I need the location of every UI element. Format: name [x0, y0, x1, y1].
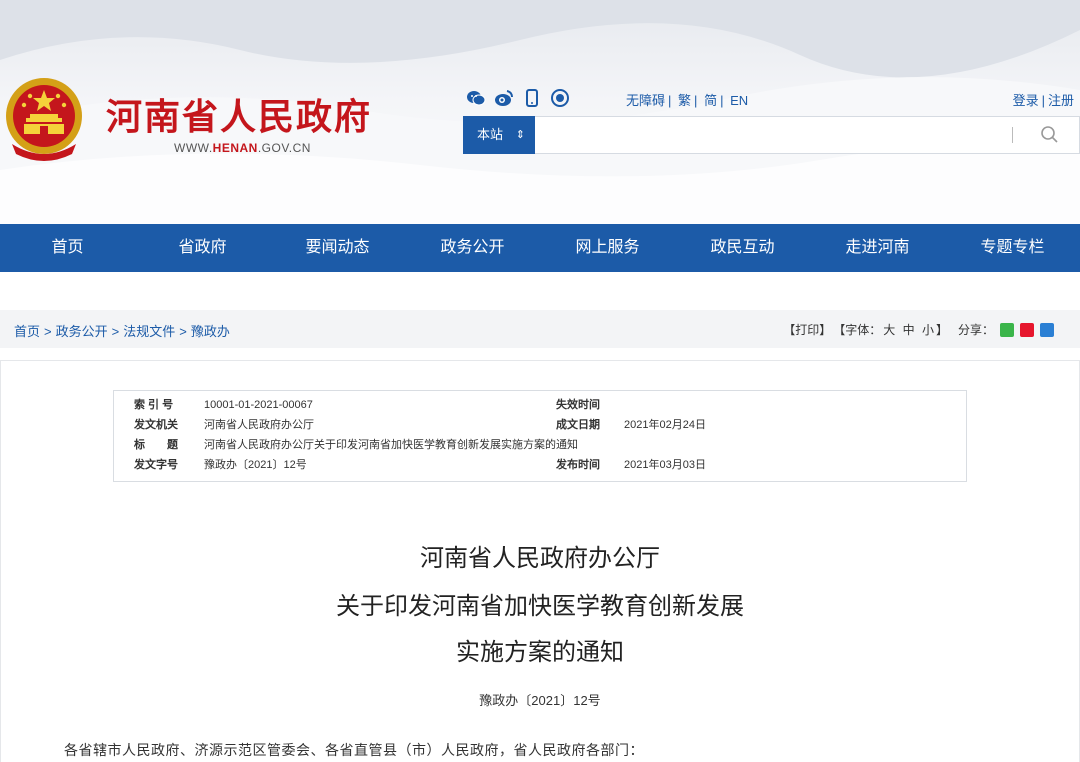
document-title-line3: 实施方案的通知 [456, 638, 624, 666]
link-english[interactable]: EN [730, 93, 748, 108]
meta-published-value: 2021年03月03日 [624, 459, 706, 471]
site-url-highlight: HENAN [212, 141, 258, 155]
meta-issuer-label: 发文机关 [134, 419, 178, 431]
sort-arrows-icon: ⇕ [515, 129, 525, 141]
register-link[interactable]: 注册 [1048, 93, 1074, 108]
social-icons [466, 88, 570, 108]
link-simplified[interactable]: 简 [704, 93, 717, 108]
page-tools: 【打印】 【字体： 大 中 小 】 分享： [783, 321, 1054, 338]
search-scope-select[interactable]: 本站 ⇕ [463, 116, 535, 154]
document-title-line1: 河南省人民政府办公厅 [420, 544, 660, 572]
nav-item-about-henan[interactable]: 走进河南 [810, 224, 945, 272]
meta-index-label: 索 引 号 [134, 399, 174, 411]
search-bar: 本站 ⇕ [463, 116, 1080, 154]
qq-share-icon[interactable] [1040, 322, 1054, 337]
breadcrumb-yuzhengban[interactable]: 豫政办 [191, 324, 230, 339]
meta-created-value: 2021年02月24日 [624, 419, 706, 431]
search-input[interactable] [542, 121, 992, 149]
share-label: 分享： [957, 323, 994, 337]
nav-item-online-services[interactable]: 网上服务 [540, 224, 675, 272]
site-url-suffix: .GOV.CN [257, 141, 311, 155]
breadcrumb-gov-affairs[interactable]: 政务公开 [56, 324, 108, 339]
main-nav: 首页 省政府 要闻动态 政务公开 网上服务 政民互动 走进河南 专题专栏 [0, 224, 1080, 272]
meta-index-value: 10001-01-2021-00067 [204, 399, 313, 411]
national-emblem-icon [6, 78, 82, 161]
search-divider [1012, 127, 1013, 143]
nav-item-topics[interactable]: 专题专栏 [945, 224, 1080, 272]
nav-item-interaction[interactable]: 政民互动 [675, 224, 810, 272]
link-accessibility[interactable]: 无障碍 [626, 93, 665, 108]
site-header: 河南省人民政府 WWW.HENAN.GOV.CN 无障碍 | 繁 | 简 | EN 登… [0, 0, 1080, 224]
podcast-icon[interactable] [550, 88, 570, 108]
wechat-icon[interactable] [466, 88, 486, 108]
nav-item-gov-affairs[interactable]: 政务公开 [405, 224, 540, 272]
font-small-button[interactable]: 小 [922, 321, 934, 338]
meta-row-docno: 发文字号 豫政办〔2021〕12号 发布时间 2021年03月03日 [114, 455, 966, 475]
document-title-line2: 关于印发河南省加快医学教育创新发展 [336, 592, 744, 620]
site-url-prefix: WWW. [174, 141, 213, 155]
meta-created-label: 成文日期 [556, 419, 600, 431]
meta-title-label: 标 题 [134, 439, 178, 451]
breadcrumb-home[interactable]: 首页 [14, 324, 40, 339]
site-url: WWW.HENAN.GOV.CN [174, 141, 311, 155]
login-link[interactable]: 登录 [1013, 93, 1039, 108]
search-scope-label: 本站 [477, 127, 504, 142]
nav-item-home[interactable]: 首页 [0, 224, 135, 272]
weibo-icon[interactable] [494, 88, 514, 108]
nav-item-news[interactable]: 要闻动态 [270, 224, 405, 272]
meta-title-value: 河南省人民政府办公厅关于印发河南省加快医学教育创新发展实施方案的通知 [204, 439, 578, 451]
font-large-button[interactable]: 大 [883, 321, 895, 338]
mobile-icon[interactable] [522, 88, 542, 108]
document-salutation: 各省辖市人民政府、济源示范区管委会、各省直管县（市）人民政府，省人民政府各部门： [64, 742, 644, 758]
breadcrumb: 首页 > 政务公开 > 法规文件 > 豫政办 [14, 324, 230, 339]
accessibility-links: 无障碍 | 繁 | 简 | EN [626, 93, 749, 108]
font-size-label: 【字体： [833, 323, 882, 337]
meta-row-title: 标 题 河南省人民政府办公厅关于印发河南省加快医学教育创新发展实施方案的通知 [114, 435, 966, 455]
meta-row-issuer: 发文机关 河南省人民政府办公厅 成文日期 2021年02月24日 [114, 415, 966, 435]
document-number: 豫政办〔2021〕12号 [479, 693, 601, 708]
meta-issuer-value: 河南省人民政府办公厅 [204, 419, 314, 431]
meta-row-index: 索 引 号 10001-01-2021-00067 失效时间 [114, 395, 966, 415]
meta-docno-label: 发文字号 [134, 459, 178, 471]
meta-expire-label: 失效时间 [556, 399, 600, 411]
nav-item-provincial-gov[interactable]: 省政府 [135, 224, 270, 272]
document-meta-table: 索 引 号 10001-01-2021-00067 失效时间 发文机关 河南省人… [113, 390, 967, 482]
login-links: 登录 | 注册 [1012, 93, 1074, 108]
site-title[interactable]: 河南省人民政府 [106, 88, 372, 140]
weibo-share-icon[interactable] [1020, 322, 1034, 337]
search-icon[interactable] [1038, 123, 1062, 147]
font-size-close: 】 [935, 323, 948, 337]
wechat-share-icon[interactable] [1000, 322, 1014, 337]
meta-docno-value: 豫政办〔2021〕12号 [204, 459, 307, 471]
meta-published-label: 发布时间 [556, 459, 600, 471]
breadcrumb-bar: 首页 > 政务公开 > 法规文件 > 豫政办 【打印】 【字体： 大 中 小 】 分享： [0, 310, 1080, 348]
print-button[interactable]: 【打印】 [783, 321, 831, 338]
link-traditional[interactable]: 繁 [678, 93, 691, 108]
font-medium-button[interactable]: 中 [903, 321, 915, 338]
breadcrumb-regulations[interactable]: 法规文件 [123, 324, 175, 339]
